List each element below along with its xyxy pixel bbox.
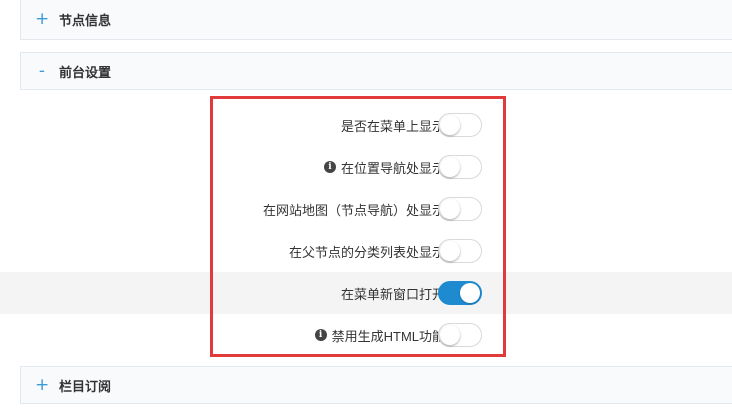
setting-row-show-in-breadcrumb: i 在位置导航处显示: [0, 146, 732, 188]
show-in-parent-list-toggle[interactable]: [438, 239, 482, 263]
toggle-knob: [440, 115, 460, 135]
setting-label: 在父节点的分类列表处显示: [288, 244, 445, 260]
section-node-info-header[interactable]: + 节点信息: [20, 0, 732, 40]
setting-row-show-in-parent-list: 在父节点的分类列表处显示: [0, 230, 732, 272]
section-frontend-settings-header[interactable]: - 前台设置: [20, 52, 732, 90]
plus-icon[interactable]: +: [35, 376, 49, 394]
setting-row-show-in-menu: 是否在菜单上显示: [0, 104, 732, 146]
section-title: 节点信息: [59, 13, 112, 28]
info-icon[interactable]: i: [323, 161, 336, 173]
setting-label: i 在位置导航处显示: [323, 146, 445, 188]
setting-row-open-in-new-window: 在菜单新窗口打开: [0, 272, 732, 314]
setting-label: 在菜单新窗口打开: [340, 286, 445, 302]
show-in-menu-toggle[interactable]: [438, 113, 482, 137]
toggle-knob: [440, 157, 460, 177]
disable-html-toggle[interactable]: [438, 323, 482, 347]
page: + 节点信息 - 前台设置 是否在菜单上显示 i 在位置导航处显示 在网站地图（节…: [0, 0, 732, 416]
settings-list: 是否在菜单上显示 i 在位置导航处显示 在网站地图（节点导航）处显示 在父节点的分…: [0, 104, 732, 356]
section-title: 前台设置: [59, 64, 112, 80]
minus-icon[interactable]: -: [35, 62, 49, 80]
toggle-knob: [440, 325, 460, 345]
setting-label: 是否在菜单上显示: [340, 118, 445, 134]
open-in-new-window-toggle[interactable]: [438, 281, 482, 305]
section-subscription-header[interactable]: + 栏目订阅: [20, 366, 732, 404]
toggle-knob: [460, 283, 480, 303]
show-in-breadcrumb-toggle[interactable]: [438, 155, 482, 179]
setting-row-show-in-sitemap: 在网站地图（节点导航）处显示: [0, 188, 732, 230]
show-in-sitemap-toggle[interactable]: [438, 197, 482, 221]
info-icon[interactable]: i: [314, 329, 327, 341]
toggle-knob: [440, 241, 460, 261]
setting-label: 在网站地图（节点导航）处显示: [262, 202, 445, 218]
section-title: 栏目订阅: [59, 378, 112, 394]
setting-label: i 禁用生成HTML功能: [314, 314, 445, 356]
setting-row-disable-html: i 禁用生成HTML功能: [0, 314, 732, 356]
toggle-knob: [440, 199, 460, 219]
plus-icon[interactable]: +: [35, 11, 49, 28]
